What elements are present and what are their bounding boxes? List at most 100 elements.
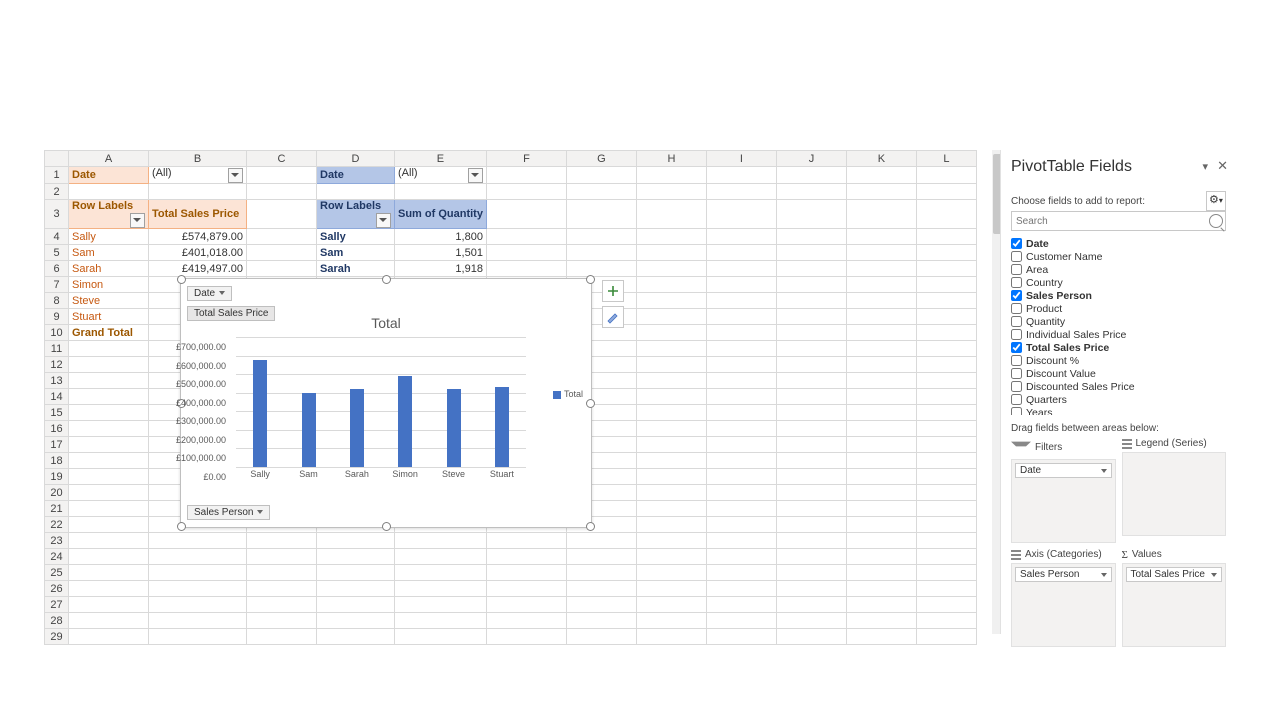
row-header-10[interactable]: 10 [45,325,69,341]
cell-I26[interactable] [706,581,776,597]
cell-L8[interactable] [916,293,976,309]
cell-H8[interactable] [636,293,706,309]
cell-E29[interactable] [395,629,487,645]
cell-A6[interactable]: Sarah [69,261,149,277]
cell-D24[interactable] [317,549,395,565]
cell-D4[interactable]: Sally [317,229,395,245]
cell-C6[interactable] [247,261,317,277]
cell-A16[interactable] [69,421,149,437]
cell-A19[interactable] [69,469,149,485]
cell-I13[interactable] [706,373,776,389]
cell-A4[interactable]: Sally [69,229,149,245]
col-header-H[interactable]: H [636,151,706,167]
field-checkbox[interactable] [1011,368,1022,379]
row-header-23[interactable]: 23 [45,533,69,549]
cell-J18[interactable] [776,453,846,469]
field-customer name[interactable]: Customer Name [1011,250,1226,263]
row-header-11[interactable]: 11 [45,341,69,357]
row-header-25[interactable]: 25 [45,565,69,581]
cell-A9[interactable]: Stuart [69,309,149,325]
cell-J5[interactable] [776,245,846,261]
field-checkbox[interactable] [1011,238,1022,249]
cell-H4[interactable] [636,229,706,245]
cell-F4[interactable] [486,229,566,245]
area-item-sales person[interactable]: Sales Person [1015,567,1112,582]
row-header-3[interactable]: 3 [45,200,69,229]
cell-K26[interactable] [846,581,916,597]
cell-K29[interactable] [846,629,916,645]
cell-J7[interactable] [776,277,846,293]
row-header-18[interactable]: 18 [45,453,69,469]
cell-A5[interactable]: Sam [69,245,149,261]
cell-K24[interactable] [846,549,916,565]
field-area[interactable]: Area [1011,263,1226,276]
cell-C28[interactable] [247,613,317,629]
field-checkbox[interactable] [1011,303,1022,314]
cell-I16[interactable] [706,421,776,437]
cell-E3[interactable]: Sum of Quantity [395,200,487,229]
chart-bar-Sam[interactable] [302,393,316,467]
cell-J14[interactable] [776,389,846,405]
cell-H18[interactable] [636,453,706,469]
cell-K22[interactable] [846,517,916,533]
cell-G23[interactable] [566,533,636,549]
cell-K21[interactable] [846,501,916,517]
cell-L14[interactable] [916,389,976,405]
cell-C23[interactable] [247,533,317,549]
cell-D1[interactable]: Date [317,167,395,184]
cell-J20[interactable] [776,485,846,501]
row-header-19[interactable]: 19 [45,469,69,485]
row-header-7[interactable]: 7 [45,277,69,293]
col-header-I[interactable]: I [706,151,776,167]
cell-F6[interactable] [486,261,566,277]
cell-L1[interactable] [916,167,976,184]
row-header-2[interactable]: 2 [45,184,69,200]
cell-A27[interactable] [69,597,149,613]
filters-area[interactable]: Filters Date [1011,438,1116,543]
cell-D29[interactable] [317,629,395,645]
cell-J23[interactable] [776,533,846,549]
cell-G3[interactable] [566,200,636,229]
cell-K1[interactable] [846,167,916,184]
cell-E24[interactable] [395,549,487,565]
cell-G25[interactable] [566,565,636,581]
cell-I15[interactable] [706,405,776,421]
cell-B29[interactable] [149,629,247,645]
cell-I24[interactable] [706,549,776,565]
cell-I3[interactable] [706,200,776,229]
cell-D3[interactable]: Row Labels [317,200,395,229]
cell-D28[interactable] [317,613,395,629]
pt2-filter-dropdown[interactable] [468,168,483,183]
cell-L17[interactable] [916,437,976,453]
field-total sales price[interactable]: Total Sales Price [1011,341,1226,354]
cell-B5[interactable]: £401,018.00 [149,245,247,261]
cell-H10[interactable] [636,325,706,341]
cell-A14[interactable] [69,389,149,405]
cell-G28[interactable] [566,613,636,629]
cell-E25[interactable] [395,565,487,581]
field-checkbox[interactable] [1011,381,1022,392]
pt2-row-dropdown[interactable] [376,213,391,228]
field-sales person[interactable]: Sales Person [1011,289,1226,302]
chart-axis-field[interactable]: Sales Person [187,505,270,520]
cell-F5[interactable] [486,245,566,261]
cell-H16[interactable] [636,421,706,437]
area-item-date[interactable]: Date [1015,463,1112,478]
cell-J25[interactable] [776,565,846,581]
cell-J15[interactable] [776,405,846,421]
cell-I23[interactable] [706,533,776,549]
cell-D5[interactable]: Sam [317,245,395,261]
row-header-6[interactable]: 6 [45,261,69,277]
row-header-5[interactable]: 5 [45,245,69,261]
pane-settings-button[interactable]: ⚙▾ [1206,191,1226,211]
cell-A24[interactable] [69,549,149,565]
field-checkbox[interactable] [1011,277,1022,288]
cell-K27[interactable] [846,597,916,613]
row-header-16[interactable]: 16 [45,421,69,437]
cell-I9[interactable] [706,309,776,325]
cell-J12[interactable] [776,357,846,373]
field-checkbox[interactable] [1011,264,1022,275]
cell-I22[interactable] [706,517,776,533]
legend-area[interactable]: Legend (Series) [1122,438,1227,543]
cell-A20[interactable] [69,485,149,501]
